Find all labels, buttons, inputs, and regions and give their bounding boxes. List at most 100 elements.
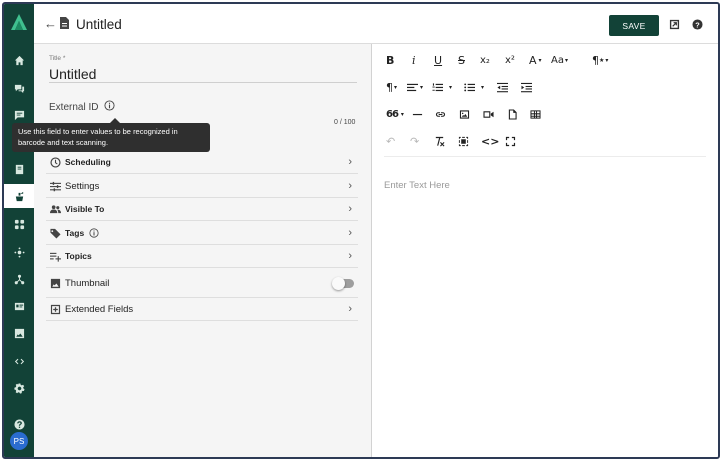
toolbar-divider xyxy=(384,156,706,157)
code-icon[interactable] xyxy=(9,352,29,370)
network-icon[interactable] xyxy=(9,270,29,288)
insert-file-button[interactable] xyxy=(507,107,518,121)
insert-table-button[interactable] xyxy=(530,107,541,121)
quote-label: 66 xyxy=(386,108,399,120)
user-avatar[interactable]: PS xyxy=(10,432,28,450)
outdent-icon xyxy=(497,82,508,92)
chevron-right-icon: › xyxy=(348,203,352,215)
chevron-down-icon: ▾ xyxy=(564,56,568,64)
row-extended-fields[interactable]: Extended Fields › xyxy=(46,298,358,321)
font-size-button[interactable]: Aa ▾ xyxy=(551,53,568,67)
paragraph-style-button[interactable]: ¶ ★ ▾ xyxy=(592,53,608,67)
chevron-down-icon: ▾ xyxy=(481,83,485,91)
external-id-label: External ID xyxy=(49,102,99,113)
editor-content-area[interactable]: Enter Text Here xyxy=(384,180,450,191)
horizontal-line-button[interactable] xyxy=(412,107,423,121)
help-icon[interactable] xyxy=(9,415,29,433)
italic-button[interactable]: i xyxy=(412,53,416,67)
scheduling-label: Scheduling xyxy=(65,157,111,167)
comments-icon[interactable] xyxy=(9,79,29,97)
save-button[interactable]: SAVE xyxy=(609,15,659,36)
hub-icon[interactable] xyxy=(9,243,29,261)
extended-fields-label: Extended Fields xyxy=(65,303,134,315)
paragraph-format-button[interactable]: ¶ ▾ xyxy=(386,80,397,94)
chevron-right-icon: › xyxy=(348,227,352,239)
top-bar: ← Untitled SAVE ? xyxy=(34,4,718,44)
nav-rail: PS xyxy=(4,4,34,457)
insert-image-button[interactable] xyxy=(459,107,470,121)
brand-logo-icon xyxy=(11,14,27,30)
id-card-icon[interactable] xyxy=(9,297,29,315)
clock-icon xyxy=(49,156,61,168)
quote-button[interactable]: 66 ▾ xyxy=(386,107,404,121)
open-in-new-icon[interactable] xyxy=(669,19,680,30)
bold-button[interactable]: B xyxy=(386,53,394,67)
star-icon: ★ xyxy=(599,56,605,64)
paragraph-format-label: ¶ xyxy=(592,53,599,67)
outdent-button[interactable] xyxy=(497,80,508,94)
topics-icon xyxy=(49,250,61,262)
chevron-right-icon: › xyxy=(348,180,352,192)
select-all-icon xyxy=(458,136,469,146)
help-circle-icon[interactable]: ? xyxy=(692,19,703,30)
people-icon xyxy=(49,203,61,215)
underline-button[interactable]: U xyxy=(434,53,442,67)
row-visible-to[interactable]: Visible To › xyxy=(46,198,358,221)
page-title: Untitled xyxy=(76,17,122,32)
clear-formatting-button[interactable] xyxy=(434,134,445,148)
image-icon xyxy=(49,277,61,289)
character-counter: 0 / 100 xyxy=(334,119,356,126)
image-icon[interactable] xyxy=(9,324,29,342)
chevron-down-icon: ▾ xyxy=(394,83,398,91)
settings-label: Settings xyxy=(65,180,100,192)
chat-icon[interactable] xyxy=(9,106,29,124)
apps-icon[interactable] xyxy=(9,215,29,233)
title-input[interactable]: Untitled xyxy=(49,66,96,82)
align-button[interactable]: ▾ xyxy=(407,80,423,94)
indent-button[interactable] xyxy=(521,80,532,94)
subscript-button[interactable]: x₂ xyxy=(480,53,490,67)
rich-text-editor: B i U S x₂ x² A ▾ Aa ▾ ¶ ★ ▾ ¶ ▾ ▾ ▾ ▾ 66 ▾ ↶ … xyxy=(371,44,718,457)
chevron-down-icon: ▾ xyxy=(538,56,542,64)
row-settings[interactable]: Settings › xyxy=(46,175,358,198)
home-icon[interactable] xyxy=(9,51,29,69)
tag-icon xyxy=(49,227,61,239)
info-icon[interactable] xyxy=(89,228,99,238)
bullet-list-button[interactable]: ▾ xyxy=(464,80,484,94)
arrow-left-icon[interactable]: ← xyxy=(44,16,57,31)
info-icon[interactable] xyxy=(104,100,115,111)
undo-button[interactable]: ↶ xyxy=(386,134,395,148)
document-icon xyxy=(60,17,69,29)
link-button[interactable] xyxy=(435,107,446,121)
visible-to-label: Visible To xyxy=(65,204,105,214)
book-icon[interactable] xyxy=(9,160,29,178)
settings-icon[interactable] xyxy=(9,379,29,397)
thumbnail-toggle[interactable] xyxy=(332,277,354,290)
ordered-list-icon xyxy=(432,82,443,91)
chevron-down-icon: ▾ xyxy=(420,83,424,91)
row-topics[interactable]: Topics › xyxy=(46,245,358,268)
select-all-button[interactable] xyxy=(458,134,469,148)
link-icon xyxy=(435,111,446,117)
chevron-right-icon: › xyxy=(348,156,352,168)
row-scheduling[interactable]: Scheduling › xyxy=(46,151,358,174)
row-tags[interactable]: Tags › xyxy=(46,222,358,245)
ordered-list-button[interactable]: ▾ xyxy=(432,80,452,94)
strikethrough-button[interactable]: S xyxy=(458,53,465,67)
align-icon xyxy=(407,83,418,91)
chevron-down-icon: ▾ xyxy=(449,83,453,91)
svg-text:?: ? xyxy=(695,20,700,29)
redo-button[interactable]: ↷ xyxy=(410,134,419,148)
superscript-button[interactable]: x² xyxy=(505,53,515,67)
bullet-list-icon xyxy=(464,82,475,91)
video-icon xyxy=(483,110,494,118)
sidebar-item-active-icon[interactable] xyxy=(4,184,34,208)
font-color-button[interactable]: A ▾ xyxy=(529,53,542,67)
thumbnail-label: Thumbnail xyxy=(65,277,110,289)
fullscreen-button[interactable] xyxy=(505,134,516,148)
external-id-tooltip: Use this field to enter values to be rec… xyxy=(12,118,210,152)
code-view-button[interactable]: <> xyxy=(481,134,499,148)
paragraph-format-label: ¶ xyxy=(386,80,393,94)
insert-video-button[interactable] xyxy=(483,107,494,121)
title-field-label: Title * xyxy=(49,55,66,62)
